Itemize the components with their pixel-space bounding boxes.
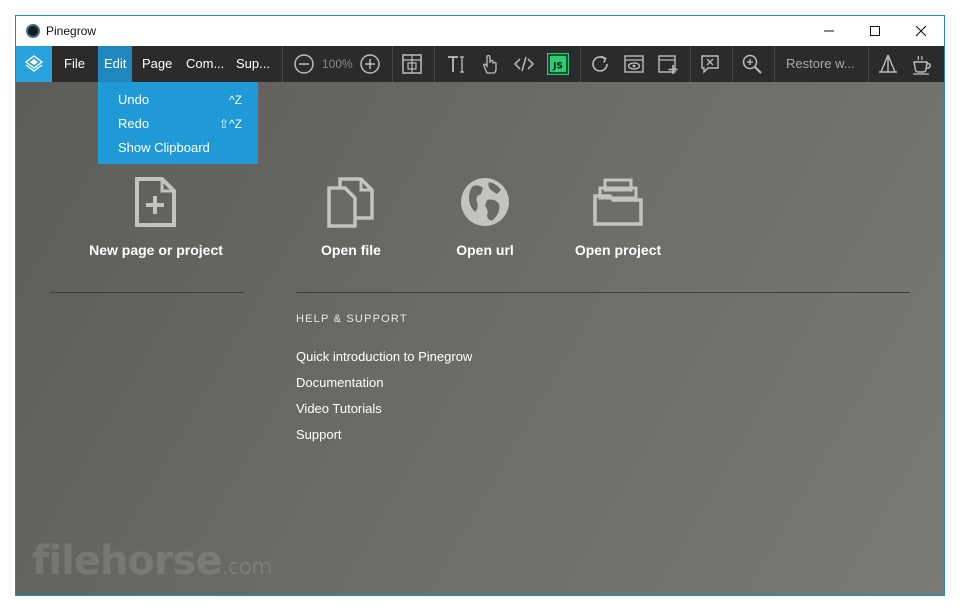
svg-text:JS: JS xyxy=(552,62,563,72)
menu-support[interactable]: Sup... xyxy=(230,46,276,82)
zoom-level: 100% xyxy=(322,57,353,71)
app-window: Pinegrow File Edit Page Com... Sup... 10… xyxy=(15,15,945,596)
pinegrow-app-icon xyxy=(26,24,40,38)
help-link-quick-intro[interactable]: Quick introduction to Pinegrow xyxy=(296,349,472,364)
menu-components[interactable]: Com... xyxy=(180,46,230,82)
add-page-icon[interactable] xyxy=(656,52,680,76)
filehorse-watermark: filehorse.com xyxy=(32,538,273,584)
refresh-icon[interactable] xyxy=(588,52,612,76)
minimize-icon xyxy=(824,30,834,32)
layout-frame-icon[interactable] xyxy=(400,52,424,76)
toolbar-separator xyxy=(732,46,733,82)
toolbar-separator xyxy=(774,46,775,82)
close-button[interactable] xyxy=(898,16,944,46)
menu-page[interactable]: Page xyxy=(136,46,178,82)
action-label: Open url xyxy=(456,242,514,258)
open-url-action[interactable]: Open url xyxy=(440,172,530,258)
folder-icon xyxy=(593,178,643,226)
window-title: Pinegrow xyxy=(46,24,97,38)
edit-menu-dropdown: Undo ^Z Redo ⇧^Z Show Clipboard xyxy=(98,82,258,164)
help-support-heading: HELP & SUPPORT xyxy=(296,313,408,325)
action-label: New page or project xyxy=(89,242,223,258)
help-link-documentation[interactable]: Documentation xyxy=(296,375,383,390)
action-label: Open project xyxy=(574,242,662,258)
toolbar-separator xyxy=(580,46,581,82)
toolbar-separator xyxy=(690,46,691,82)
main-toolbar: File Edit Page Com... Sup... 100% JS Res… xyxy=(16,46,944,82)
preview-eye-icon[interactable] xyxy=(622,52,646,76)
edit-menu-undo[interactable]: Undo ^Z xyxy=(98,88,258,112)
pinegrow-logo-button[interactable] xyxy=(16,46,52,82)
tools-icon[interactable] xyxy=(876,52,900,76)
maximize-button[interactable] xyxy=(852,16,898,46)
globe-icon xyxy=(461,178,509,226)
code-icon[interactable] xyxy=(512,52,536,76)
help-link-video-tutorials[interactable]: Video Tutorials xyxy=(296,401,382,416)
zoom-out-icon[interactable] xyxy=(292,52,316,76)
new-page-or-project-action[interactable]: New page or project xyxy=(86,172,226,258)
menu-edit[interactable]: Edit xyxy=(98,46,133,82)
open-file-action[interactable]: Open file xyxy=(296,172,406,258)
minimize-button[interactable] xyxy=(806,16,852,46)
menu-file[interactable]: File xyxy=(58,46,91,82)
edit-menu-redo[interactable]: Redo ⇧^Z xyxy=(98,112,258,136)
help-link-support[interactable]: Support xyxy=(296,427,342,442)
open-project-action[interactable]: Open project xyxy=(562,172,674,258)
restore-workspace-button[interactable]: Restore w... xyxy=(786,56,855,71)
action-label: Open file xyxy=(321,242,381,258)
chat-icon[interactable] xyxy=(698,52,722,76)
text-edit-icon[interactable] xyxy=(444,52,468,76)
new-file-icon xyxy=(135,177,176,227)
shortcut-label: ⇧^Z xyxy=(218,117,242,131)
javascript-icon[interactable]: JS xyxy=(546,52,570,76)
toolbar-separator xyxy=(392,46,393,82)
toolbar-separator xyxy=(868,46,869,82)
pinegrow-logo-icon xyxy=(24,55,44,72)
open-file-icon xyxy=(327,177,374,228)
coffee-icon[interactable] xyxy=(910,52,934,76)
shortcut-label: ^Z xyxy=(229,93,242,107)
search-zoom-icon[interactable] xyxy=(740,52,764,76)
zoom-in-icon[interactable] xyxy=(358,52,382,76)
edit-menu-show-clipboard[interactable]: Show Clipboard xyxy=(98,136,258,160)
divider-left xyxy=(50,292,244,293)
close-icon xyxy=(915,25,927,37)
hand-pointer-icon[interactable] xyxy=(478,52,502,76)
divider-right xyxy=(296,292,910,293)
title-bar: Pinegrow xyxy=(16,16,944,46)
toolbar-separator xyxy=(434,46,435,82)
toolbar-separator xyxy=(282,46,283,82)
maximize-icon xyxy=(870,26,880,36)
